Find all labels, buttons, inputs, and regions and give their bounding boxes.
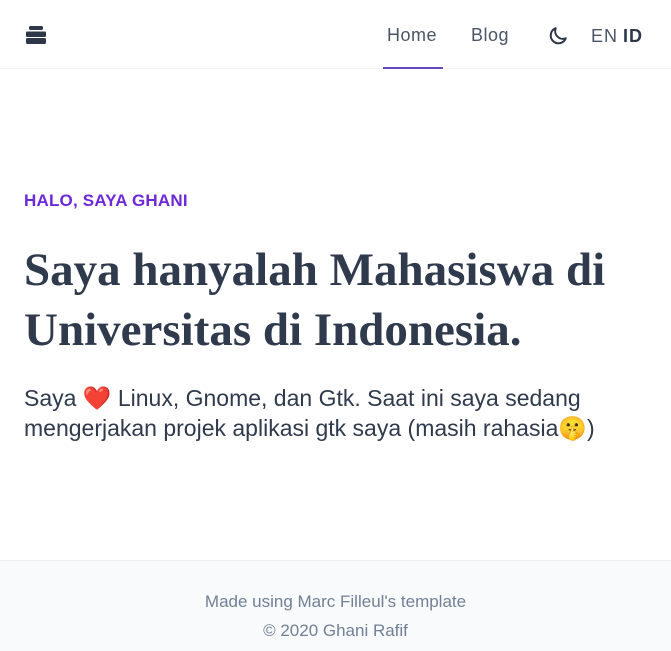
active-tab-indicator <box>383 67 443 69</box>
hero-headline: Saya hanyalah Mahasiswa di Universitas d… <box>24 244 606 356</box>
site-header: Home Blog EN ID <box>0 0 671 69</box>
nav-home-link[interactable]: Home <box>387 24 437 46</box>
moon-icon[interactable] <box>547 25 569 47</box>
lang-id-link[interactable]: ID <box>623 26 643 46</box>
hero-lead: Saya ❤️ Linux, Gnome, dan Gtk. Saat ini … <box>24 385 595 441</box>
nav-blog-link[interactable]: Blog <box>471 24 509 46</box>
lang-en-link[interactable]: EN <box>591 26 618 46</box>
site-footer: Made using Marc Filleul's template © 202… <box>0 560 671 651</box>
hero-eyebrow: HALO, SAYA GHANI <box>24 191 188 210</box>
footer-credit: Made using Marc Filleul's template <box>204 592 467 611</box>
footer-copyright: © 2020 Ghani Rafif <box>263 621 408 640</box>
stack-icon[interactable] <box>25 26 47 44</box>
